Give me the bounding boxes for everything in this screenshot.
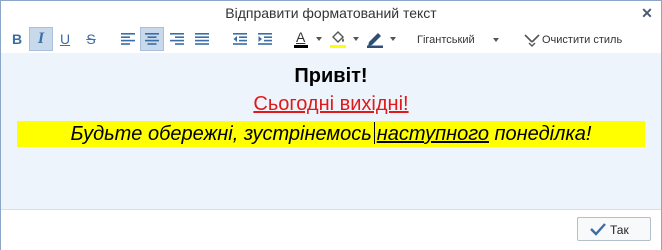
editor-line-2: Сьогодні вихідні! xyxy=(253,93,409,115)
outdent-button[interactable] xyxy=(228,27,252,51)
clear-style-label: Очистити стиль xyxy=(542,34,623,46)
editor-line-3-text-c: понеділка! xyxy=(494,123,592,145)
underline-button[interactable]: U xyxy=(53,27,77,51)
rich-text-editor[interactable]: Привіт! Сьогодні вихідні! Будьте обережн… xyxy=(1,53,661,209)
checkmark-icon xyxy=(590,223,606,236)
align-left-icon xyxy=(121,33,135,45)
editor-line-3: Будьте обережні, зустрінемось наступного … xyxy=(17,121,645,147)
font-size-select[interactable]: Гігантський xyxy=(411,31,501,49)
font-color-button[interactable]: A xyxy=(289,27,313,51)
italic-button[interactable]: I xyxy=(29,27,53,51)
highlight-color-dropdown[interactable] xyxy=(353,37,359,41)
align-right-button[interactable] xyxy=(165,27,189,51)
format-toolbar: B I U S A Гігантський Очистити стиль xyxy=(1,27,661,53)
underline-icon: U xyxy=(59,31,71,47)
align-left-button[interactable] xyxy=(116,27,140,51)
close-button[interactable]: ✕ xyxy=(639,5,655,21)
ok-button[interactable]: Так xyxy=(577,217,651,241)
align-right-icon xyxy=(170,33,184,45)
font-color-icon: A xyxy=(293,29,309,48)
highlight-color-button[interactable] xyxy=(326,27,350,51)
indent-button[interactable] xyxy=(253,27,277,51)
editor-line-3-text-a: Будьте обережні, зустрінемось xyxy=(70,123,372,145)
strikethrough-button[interactable]: S xyxy=(79,27,103,51)
title-bar: Відправити форматований текст ✕ xyxy=(1,1,661,27)
outdent-icon xyxy=(233,33,247,45)
dialog-footer: Так xyxy=(1,209,661,250)
font-size-value: Гігантський xyxy=(417,34,475,46)
strikethrough-icon: S xyxy=(86,31,96,47)
marker-dropdown[interactable] xyxy=(390,37,396,41)
close-icon: ✕ xyxy=(641,5,653,21)
indent-icon xyxy=(258,33,272,45)
align-center-icon xyxy=(145,33,159,45)
align-center-button[interactable] xyxy=(140,27,164,51)
marker-button[interactable] xyxy=(363,27,387,51)
bold-button[interactable]: B xyxy=(5,27,29,51)
text-cursor xyxy=(373,122,375,144)
chevron-down-icon xyxy=(493,38,499,42)
editor-line-1: Привіт! xyxy=(294,65,368,87)
italic-icon: I xyxy=(37,30,45,47)
editor-line-3-text-b: наступного xyxy=(376,123,489,145)
bold-icon: B xyxy=(11,31,23,47)
align-justify-button[interactable] xyxy=(190,27,214,51)
font-color-dropdown[interactable] xyxy=(316,37,322,41)
ok-button-label: Так xyxy=(610,223,629,237)
align-justify-icon xyxy=(195,33,209,45)
pen-icon xyxy=(367,33,383,48)
dialog-title: Відправити форматований текст xyxy=(225,5,437,21)
eraser-icon xyxy=(524,34,540,47)
paint-bucket-icon xyxy=(330,31,346,48)
format-text-dialog: Відправити форматований текст ✕ B I U S xyxy=(0,0,662,250)
